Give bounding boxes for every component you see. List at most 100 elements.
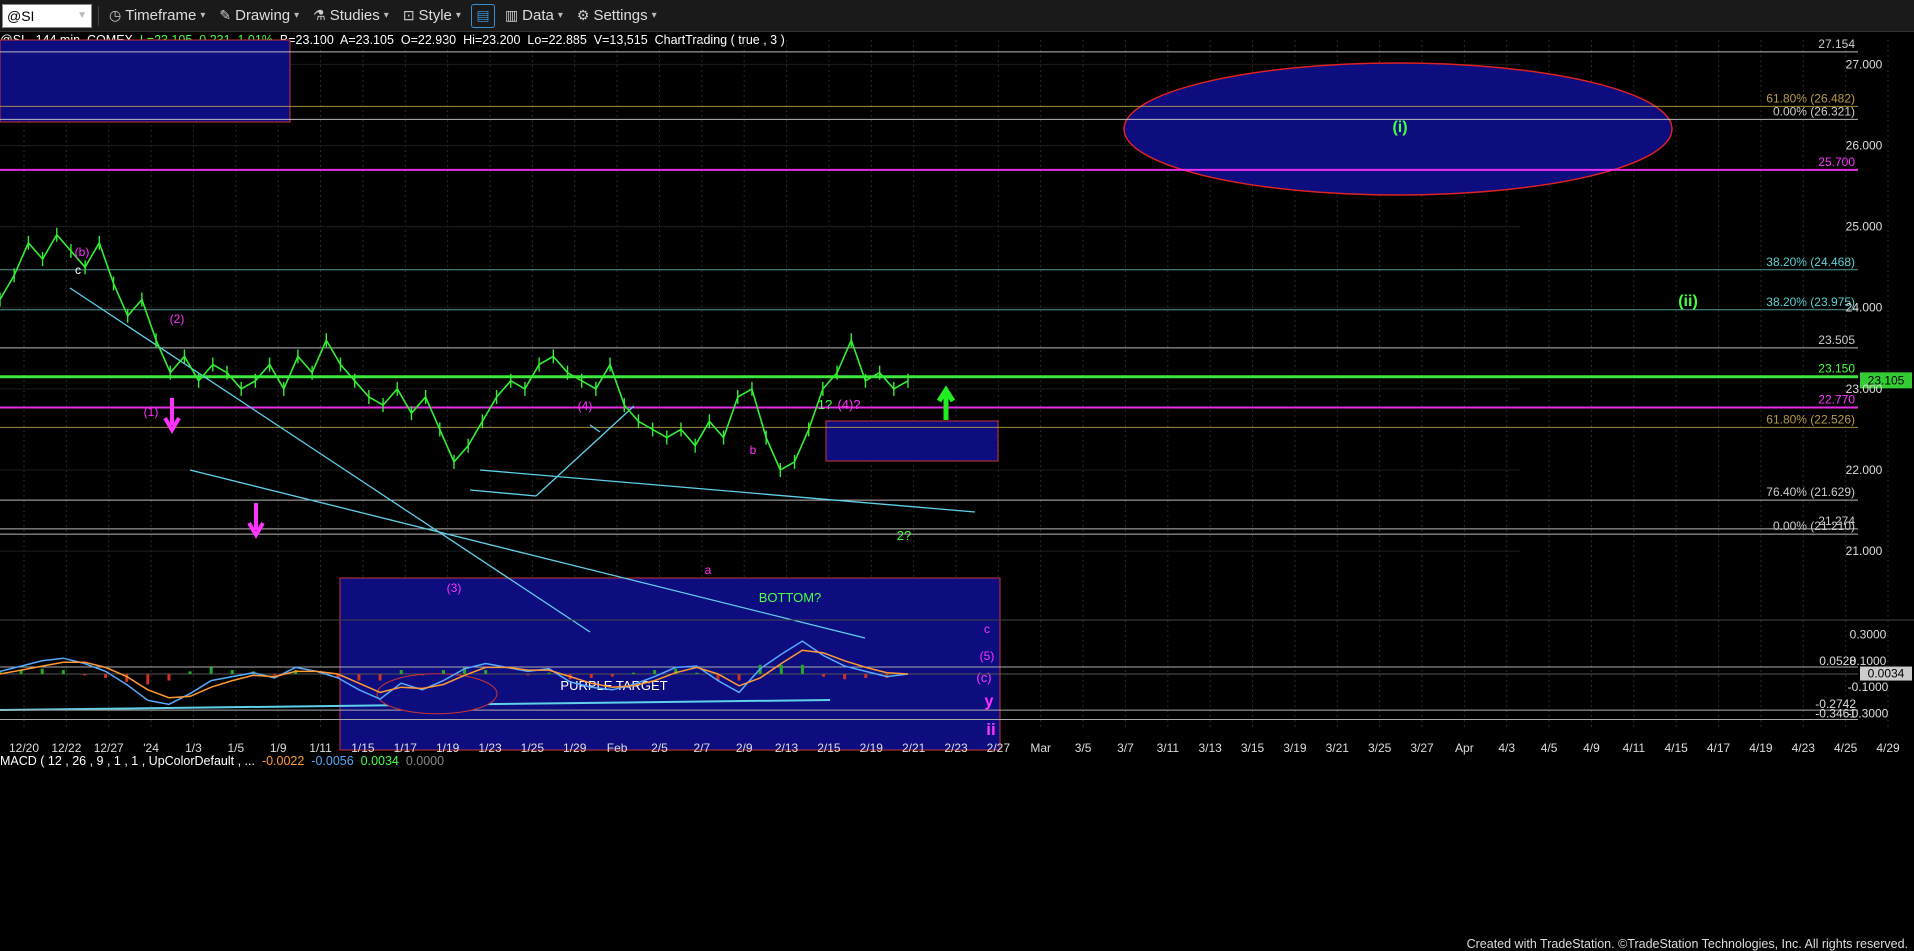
x-tick-label: 4/23 [1792, 741, 1816, 755]
wave-label: 1? [818, 397, 832, 412]
macd-value-1: -0.0022 [261, 754, 305, 768]
x-tick-label: 3/13 [1199, 741, 1223, 755]
x-tick-label: 4/5 [1541, 741, 1558, 755]
price-level-label: 0.00% (26.321) [1773, 104, 1855, 118]
y-tick-label: 22.000 [1846, 463, 1883, 477]
macd-highlight-ellipse [376, 673, 498, 715]
wave-label: PURPLE TARGET [560, 678, 667, 693]
wave-label: ii [986, 720, 995, 739]
x-tick-label: 4/11 [1623, 741, 1646, 755]
x-tick-label: 3/11 [1157, 741, 1180, 755]
x-tick-label: 12/20 [9, 741, 39, 755]
y-tick-label: 23.000 [1846, 382, 1883, 396]
macd-y-tick-label: -0.1000 [1848, 680, 1889, 694]
wave-label: c [984, 622, 990, 636]
price-level-label: 23.505 [1818, 333, 1855, 347]
macd-level-label: 0.0528 [1819, 654, 1856, 668]
wave-label: BOTTOM? [759, 590, 822, 605]
x-tick-label: 3/5 [1075, 741, 1092, 755]
wave-label: (4) [578, 399, 593, 413]
x-tick-label: 1/17 [394, 741, 418, 755]
wave-label: c [75, 263, 81, 277]
macd-y-tick-label: 0.3000 [1850, 628, 1887, 642]
x-tick-label: 4/15 [1665, 741, 1689, 755]
x-tick-label: Apr [1455, 741, 1474, 755]
macd-value-4: 0.0000 [405, 754, 445, 768]
macd-value-3: 0.0034 [360, 754, 399, 768]
x-tick-label: 2/9 [736, 741, 753, 755]
x-tick-label: 3/21 [1326, 741, 1350, 755]
x-tick-label: Mar [1030, 741, 1051, 755]
purple-target-box [339, 577, 1001, 751]
wave-label: (i) [1392, 119, 1407, 136]
wave-label: y [985, 693, 994, 710]
y-tick-label: 27.000 [1846, 57, 1883, 71]
x-tick-label: 2/5 [651, 741, 668, 755]
x-tick-label: 12/22 [51, 741, 81, 755]
down-arrow-icon [163, 398, 181, 434]
x-tick-label: 1/9 [270, 741, 287, 755]
x-tick-label: 4/3 [1498, 741, 1515, 755]
x-tick-label: 1/11 [309, 741, 332, 755]
x-tick-label: 2/7 [693, 741, 710, 755]
x-tick-label: Feb [607, 741, 628, 755]
x-tick-label: 2/23 [944, 741, 968, 755]
footer-copyright: Created with TradeStation. ©TradeStation… [1466, 937, 1908, 951]
trend-line-2 [479, 469, 976, 513]
wave-label: (5) [980, 649, 995, 663]
x-tick-label: 2/21 [902, 741, 926, 755]
y-tick-label: 24.000 [1846, 301, 1883, 315]
x-tick-label: 1/3 [185, 741, 202, 755]
wave-label: (c) [976, 670, 991, 685]
price-level-label: 61.80% (26.482) [1766, 91, 1855, 105]
wave-label: (2) [170, 312, 185, 326]
x-tick-label: 2/27 [987, 741, 1011, 755]
price-level-label: 23.150 [1818, 362, 1855, 376]
trend-line-3 [589, 424, 601, 433]
trend-line-5 [469, 489, 537, 497]
price-level-label: 76.40% (21.629) [1766, 485, 1855, 499]
wave-label: (b) [75, 245, 90, 259]
x-tick-label: 2/13 [775, 741, 799, 755]
price-level-label: 38.20% (23.975) [1766, 295, 1855, 309]
macd-value-2: -0.0056 [311, 754, 354, 768]
x-tick-label: 2/15 [817, 741, 841, 755]
macd-label: MACD ( 12 , 26 , 9 , 1 , 1 , UpColorDefa… [0, 754, 255, 768]
x-tick-label: 3/25 [1368, 741, 1392, 755]
y-tick-label: 26.000 [1846, 138, 1883, 152]
x-tick-label: 4/17 [1707, 741, 1731, 755]
x-tick-label: 1/15 [351, 741, 375, 755]
price-level-label: 25.700 [1818, 155, 1855, 169]
trend-line-0 [69, 287, 591, 633]
x-tick-label: 3/15 [1241, 741, 1265, 755]
macd-header: MACD ( 12 , 26 , 9 , 1 , 1 , UpColorDefa… [0, 754, 444, 768]
price-level-label: 27.154 [1818, 37, 1855, 51]
x-tick-label: 1/19 [436, 741, 460, 755]
x-tick-label: 4/25 [1834, 741, 1858, 755]
wave-label: (4)? [837, 397, 860, 412]
x-tick-label: 3/7 [1117, 741, 1134, 755]
x-tick-label: 4/9 [1583, 741, 1600, 755]
x-tick-label: 4/29 [1876, 741, 1900, 755]
y-tick-label: 25.000 [1846, 220, 1883, 234]
x-tick-label: 2/19 [860, 741, 884, 755]
wave-label: (ii) [1678, 293, 1698, 310]
x-tick-label: '24 [143, 741, 159, 755]
x-tick-label: 3/19 [1283, 741, 1307, 755]
wave-label: b [750, 443, 757, 457]
chart-canvas[interactable]: 27.154 61.80% (26.482)0.00% (26.321) 25.70… [0, 0, 1914, 951]
macd-last-label: 0.0034 [1868, 667, 1905, 681]
y-tick-label: 21.000 [1846, 544, 1883, 558]
wave-label: 2? [897, 528, 911, 543]
wave-label: (3) [447, 581, 462, 595]
down-arrow-icon [247, 503, 265, 539]
price-level-label: 61.80% (22.526) [1766, 412, 1855, 426]
x-tick-label: 1/5 [227, 741, 244, 755]
x-tick-label: 3/27 [1410, 741, 1434, 755]
wave-label: a [705, 563, 712, 577]
macd-level-label: -0.3461 [1815, 707, 1856, 721]
x-tick-label: 12/27 [94, 741, 124, 755]
trend-line-4 [535, 405, 635, 497]
x-tick-label: 1/23 [478, 741, 502, 755]
price-level-label: 38.20% (24.468) [1766, 255, 1855, 269]
